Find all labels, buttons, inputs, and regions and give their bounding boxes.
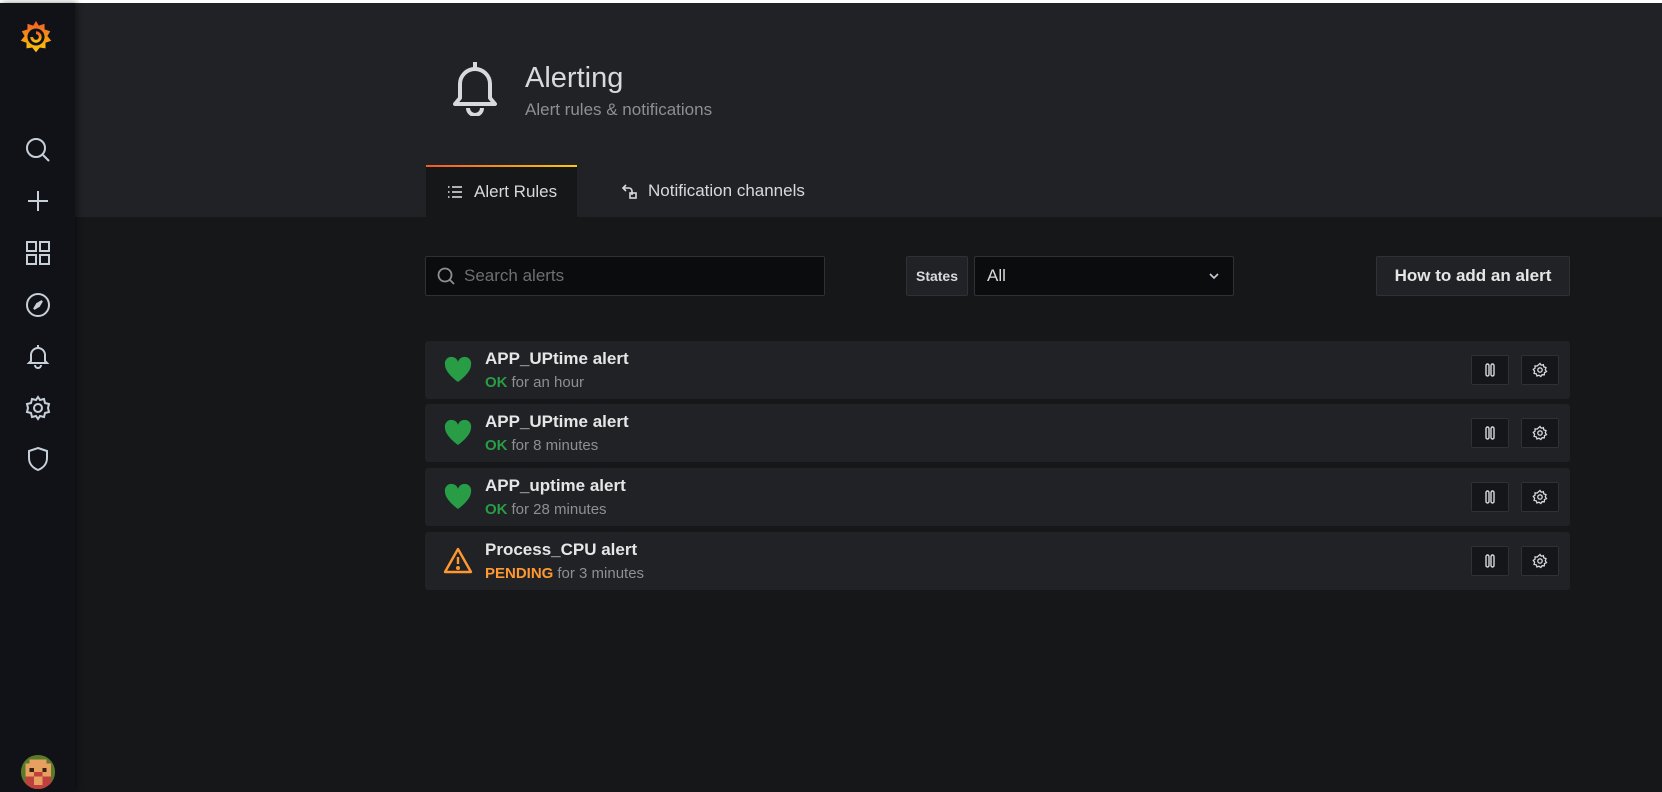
alert-row[interactable]: APP_UPtime alert OK for 8 minutes: [425, 404, 1570, 462]
alert-state: OK: [485, 437, 508, 454]
alert-name[interactable]: APP_UPtime alert: [485, 349, 629, 369]
bell-icon[interactable]: [22, 340, 54, 372]
gear-icon[interactable]: [22, 392, 54, 424]
alert-status: PENDING for 3 minutes: [485, 565, 644, 582]
pause-button[interactable]: [1471, 546, 1509, 576]
edit-alert-button[interactable]: [1521, 546, 1559, 576]
heart-icon: [443, 355, 473, 385]
alert-duration: for an hour: [511, 374, 585, 391]
page-title: Alerting: [525, 62, 624, 94]
bell-icon: [450, 58, 500, 117]
search-icon: [437, 267, 455, 285]
warning-icon: [443, 546, 473, 576]
states-label: States: [906, 256, 968, 296]
how-to-add-alert-button[interactable]: How to add an alert: [1376, 256, 1570, 296]
alert-status: OK for 28 minutes: [485, 501, 607, 518]
alert-row[interactable]: APP_uptime alert OK for 28 minutes: [425, 468, 1570, 526]
plus-icon[interactable]: [22, 185, 54, 217]
user-avatar[interactable]: [21, 755, 55, 789]
edit-alert-button[interactable]: [1521, 355, 1559, 385]
heart-icon: [443, 482, 473, 512]
gear-icon: [1532, 425, 1548, 441]
search-box: [425, 256, 825, 296]
list-icon: [448, 186, 462, 198]
states-select-value: All: [987, 266, 1006, 285]
alert-state: OK: [485, 501, 508, 518]
page-header: [75, 3, 1662, 217]
tab-notification-channels[interactable]: Notification channels: [620, 165, 805, 217]
sidebar: [0, 3, 75, 792]
alert-duration: for 3 minutes: [557, 565, 645, 582]
alert-row[interactable]: Process_CPU alert PENDING for 3 minutes: [425, 532, 1570, 590]
explore-compass-icon[interactable]: [22, 289, 54, 321]
gear-icon: [1532, 489, 1548, 505]
search-input[interactable]: [464, 266, 814, 286]
alert-name[interactable]: Process_CPU alert: [485, 540, 637, 560]
edit-alert-button[interactable]: [1521, 418, 1559, 448]
tab-label: Alert Rules: [474, 182, 558, 201]
pause-icon: [1485, 363, 1495, 377]
alert-name[interactable]: APP_UPtime alert: [485, 412, 629, 432]
pause-button[interactable]: [1471, 418, 1509, 448]
alert-state: PENDING: [485, 565, 554, 582]
pause-button[interactable]: [1471, 482, 1509, 512]
search-icon[interactable]: [22, 134, 54, 166]
gear-icon: [1532, 553, 1548, 569]
channels-icon: [621, 184, 637, 199]
alert-name[interactable]: APP_uptime alert: [485, 476, 626, 496]
heart-icon: [443, 418, 473, 448]
pause-button[interactable]: [1471, 355, 1509, 385]
pause-icon: [1485, 426, 1495, 440]
alert-status: OK for 8 minutes: [485, 437, 598, 454]
edit-alert-button[interactable]: [1521, 482, 1559, 512]
chevron-down-icon: [1209, 273, 1219, 280]
alert-duration: for 8 minutes: [511, 437, 599, 454]
pause-icon: [1485, 554, 1495, 568]
gear-icon: [1532, 362, 1548, 378]
states-select[interactable]: All: [974, 256, 1234, 296]
tab-alert-rules[interactable]: Alert Rules: [426, 165, 577, 217]
grafana-logo-icon[interactable]: [17, 17, 55, 57]
alert-duration: for 28 minutes: [511, 501, 607, 518]
dashboards-icon[interactable]: [22, 237, 54, 269]
alert-state: OK: [485, 374, 508, 391]
tab-label: Notification channels: [648, 181, 805, 200]
page-subtitle: Alert rules & notifications: [525, 100, 713, 119]
shield-icon[interactable]: [22, 443, 54, 475]
alert-row[interactable]: APP_UPtime alert OK for an hour: [425, 341, 1570, 399]
alert-status: OK for an hour: [485, 374, 584, 391]
pause-icon: [1485, 490, 1495, 504]
